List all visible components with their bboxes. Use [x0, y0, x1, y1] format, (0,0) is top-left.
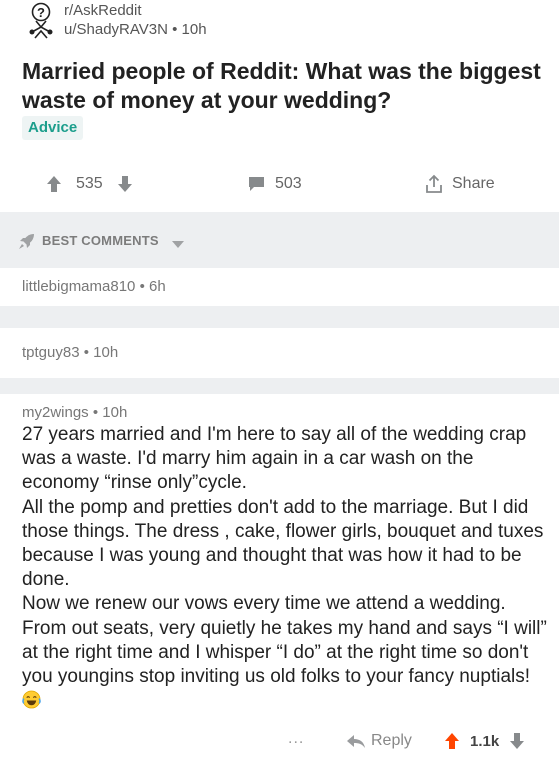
post-action-bar: 535 503 Share	[0, 168, 559, 200]
comment-count: 503	[275, 175, 302, 192]
comment-meta: tptguy83 • 10h	[22, 344, 118, 361]
comment-score: 1.1k	[470, 732, 500, 750]
post-age: 10h	[181, 21, 207, 38]
caret-down-icon	[172, 236, 184, 254]
comment-age: 6h	[149, 278, 166, 295]
share-icon	[424, 174, 444, 194]
upvote-icon[interactable]	[46, 175, 62, 193]
downvote-icon[interactable]	[509, 732, 525, 750]
meta-separator: •	[92, 404, 103, 421]
upvote-icon[interactable]	[444, 732, 460, 750]
comment-sort-bar[interactable]: BEST COMMENTS	[0, 212, 559, 268]
post-vote-controls: 535	[46, 170, 133, 198]
comment-meta: littlebigmama810 • 6h	[22, 278, 166, 295]
meta-separator: •	[172, 21, 182, 38]
comment-age: 10h	[93, 344, 119, 361]
comment-icon	[248, 176, 265, 192]
share-button[interactable]: Share	[424, 170, 495, 198]
share-label: Share	[452, 175, 495, 192]
comment-paragraph-text: Now we renew our vows every time we atte…	[22, 593, 547, 688]
comment-meta: my2wings • 10h	[22, 404, 127, 421]
comment-author[interactable]: my2wings	[22, 404, 89, 421]
comment-body: 27 years married and I'm here to say all…	[22, 423, 547, 713]
post-meta: u/ShadyRAV3N • 10h	[64, 21, 207, 38]
author-link[interactable]: u/ShadyRAV3N	[64, 21, 168, 38]
comment-author[interactable]: littlebigmama810	[22, 278, 135, 295]
meta-separator: •	[139, 278, 149, 295]
comment-age: 10h	[102, 404, 128, 421]
comment-author[interactable]: tptguy83	[22, 344, 80, 361]
post-score: 535	[76, 175, 103, 192]
comments-button[interactable]: 503	[248, 170, 302, 198]
collapsed-comment[interactable]: tptguy83 • 10h	[0, 328, 559, 378]
downvote-icon[interactable]	[117, 175, 133, 193]
post-header: ? r/AskReddit u/ShadyRAV3N • 10h	[0, 0, 559, 50]
comment-separator	[0, 378, 559, 394]
comment-paragraph: All the pomp and pretties don't add to t…	[22, 496, 544, 591]
comment-actions: ... Reply 1.1k	[0, 728, 559, 758]
askreddit-icon[interactable]: ?	[26, 2, 56, 42]
reply-label: Reply	[371, 732, 412, 749]
collapsed-comment[interactable]: littlebigmama810 • 6h	[0, 268, 559, 306]
svg-text:?: ?	[37, 5, 45, 20]
reply-icon	[346, 733, 366, 749]
more-options-button[interactable]: ...	[288, 730, 304, 748]
meta-separator: •	[83, 344, 94, 361]
reply-button[interactable]: Reply	[346, 728, 412, 754]
comment-paragraph: 27 years married and I'm here to say all…	[22, 424, 527, 494]
comment-vote-controls: 1.1k	[444, 728, 525, 754]
laughing-emoji-icon	[22, 690, 41, 709]
comment-separator	[0, 306, 559, 328]
sort-label: BEST COMMENTS	[42, 233, 159, 248]
post-flair: Advice	[22, 116, 84, 140]
subreddit-link[interactable]: r/AskReddit	[64, 2, 142, 19]
rocket-icon	[18, 232, 36, 255]
post-title[interactable]: Married people of Reddit: What was the b…	[22, 57, 542, 115]
comment-paragraph: Now we renew our vows every time we atte…	[22, 592, 547, 713]
comment: my2wings • 10h 27 years married and I'm …	[0, 394, 559, 767]
